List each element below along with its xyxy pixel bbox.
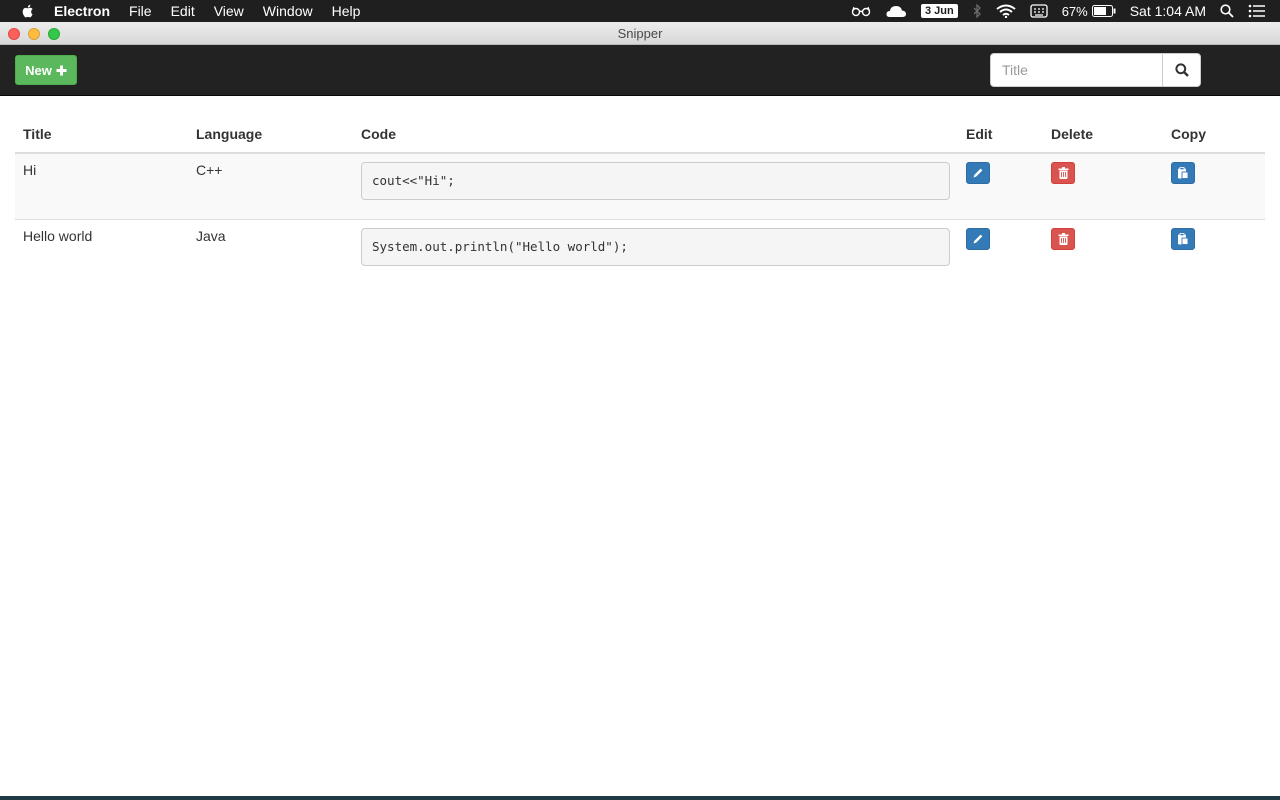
battery-icon[interactable] bbox=[1091, 5, 1116, 17]
window-title: Snipper bbox=[617, 26, 663, 41]
column-header-language: Language bbox=[188, 96, 353, 154]
delete-button[interactable] bbox=[1051, 162, 1075, 184]
pencil-icon bbox=[973, 234, 983, 243]
snippet-code-cell: System.out.println("Hello world"); bbox=[353, 218, 958, 285]
apple-logo-icon[interactable] bbox=[20, 3, 36, 19]
snippet-code[interactable]: System.out.println("Hello world"); bbox=[361, 227, 950, 266]
trash-icon bbox=[1058, 232, 1068, 245]
snippet-title: Hello world bbox=[15, 218, 188, 285]
copy-button[interactable] bbox=[1171, 162, 1195, 184]
snippet-language: Java bbox=[188, 218, 353, 285]
menu-view[interactable]: View bbox=[214, 0, 244, 22]
search-button[interactable] bbox=[1162, 53, 1201, 87]
new-snippet-button[interactable]: New bbox=[15, 55, 77, 85]
window-title-bar[interactable]: Snipper bbox=[0, 22, 1280, 45]
bluetooth-icon[interactable] bbox=[972, 4, 982, 18]
menu-file[interactable]: File bbox=[129, 0, 152, 22]
snippet-code-cell: cout<<"Hi"; bbox=[353, 153, 958, 219]
new-button-label: New bbox=[25, 62, 52, 78]
desktop-background-strip bbox=[0, 796, 1280, 800]
macos-menu-bar: Electron File Edit View Window Help 3 Ju… bbox=[0, 0, 1280, 22]
menu-window[interactable]: Window bbox=[263, 0, 313, 22]
pencil-icon bbox=[973, 168, 983, 178]
spotlight-search-icon[interactable] bbox=[1220, 4, 1234, 18]
menu-help[interactable]: Help bbox=[332, 0, 361, 22]
edit-button[interactable] bbox=[966, 227, 990, 250]
delete-cell bbox=[1043, 153, 1163, 219]
snippets-table: Title Language Code Edit Delete Copy Hi … bbox=[15, 96, 1265, 285]
column-header-code: Code bbox=[353, 96, 958, 154]
trash-icon bbox=[1058, 167, 1068, 179]
menu-app-name[interactable]: Electron bbox=[54, 0, 110, 22]
plus-icon bbox=[56, 65, 67, 75]
wifi-icon[interactable] bbox=[996, 4, 1016, 18]
snippets-table-container: Title Language Code Edit Delete Copy Hi … bbox=[15, 96, 1265, 285]
search-form bbox=[990, 53, 1201, 87]
notification-center-icon[interactable] bbox=[1248, 4, 1266, 18]
date-badge[interactable]: 3 Jun bbox=[920, 4, 958, 18]
delete-cell bbox=[1043, 218, 1163, 285]
menu-edit[interactable]: Edit bbox=[171, 0, 195, 22]
edit-button[interactable] bbox=[966, 162, 990, 184]
column-header-title: Title bbox=[15, 96, 188, 154]
delete-button[interactable] bbox=[1051, 227, 1075, 250]
table-row: Hello world Java System.out.println("Hel… bbox=[15, 218, 1265, 285]
battery-percent[interactable]: 67% bbox=[1062, 4, 1088, 19]
column-header-edit: Edit bbox=[958, 96, 1043, 154]
search-input[interactable] bbox=[990, 53, 1162, 87]
glasses-icon[interactable] bbox=[851, 5, 871, 17]
menubar-clock[interactable]: Sat 1:04 AM bbox=[1130, 3, 1206, 19]
column-header-delete: Delete bbox=[1043, 96, 1163, 154]
snippet-code[interactable]: cout<<"Hi"; bbox=[361, 162, 950, 200]
cloud-icon[interactable] bbox=[885, 4, 907, 18]
search-icon bbox=[1174, 63, 1189, 77]
copy-cell bbox=[1163, 218, 1265, 285]
clipboard-icon bbox=[1178, 232, 1189, 245]
copy-button[interactable] bbox=[1171, 227, 1195, 250]
snippet-language: C++ bbox=[188, 153, 353, 219]
snippet-title: Hi bbox=[15, 153, 188, 219]
edit-cell bbox=[958, 153, 1043, 219]
table-row: Hi C++ cout<<"Hi"; bbox=[15, 153, 1265, 219]
copy-cell bbox=[1163, 153, 1265, 219]
app-navbar: New bbox=[0, 45, 1280, 96]
table-header-row: Title Language Code Edit Delete Copy bbox=[15, 96, 1265, 154]
edit-cell bbox=[958, 218, 1043, 285]
clipboard-icon bbox=[1178, 167, 1189, 179]
keyboard-input-icon[interactable] bbox=[1030, 4, 1048, 18]
column-header-copy: Copy bbox=[1163, 96, 1265, 154]
